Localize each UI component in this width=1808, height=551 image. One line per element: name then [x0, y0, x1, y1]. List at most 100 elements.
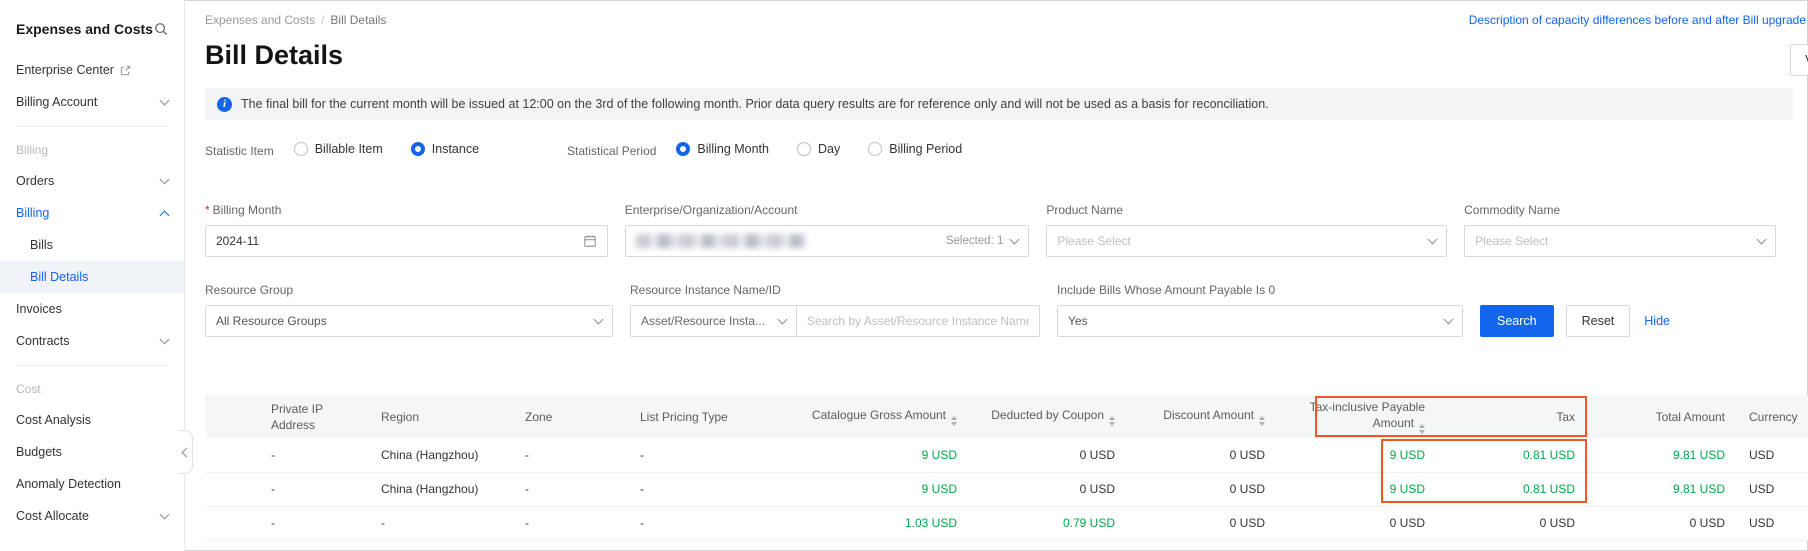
- hide-link[interactable]: Hide: [1644, 314, 1670, 328]
- sidebar-item-label: Billing: [16, 206, 49, 220]
- search-button[interactable]: Search: [1480, 305, 1554, 337]
- sidebar-nav: Enterprise Center Billing Account Billing O…: [0, 54, 184, 532]
- product-name-placeholder: Please Select: [1057, 234, 1130, 248]
- commodity-name-label: Commodity Name: [1464, 203, 1776, 217]
- sidebar-item-label: Billing Account: [16, 95, 97, 109]
- table-cell: 0 USD: [1277, 506, 1437, 540]
- view-button[interactable]: View: [1790, 44, 1808, 76]
- resource-instance-combo: Asset/Resource Insta...: [630, 305, 1040, 337]
- column-header-label: Deducted by Coupon: [991, 408, 1104, 422]
- column-header-deducted-by-coupon[interactable]: Deducted by Coupon: [969, 395, 1127, 438]
- column-header-label: Private IP Address: [271, 402, 323, 432]
- radio-unchecked-icon[interactable]: [797, 142, 811, 156]
- table-cell: -: [259, 506, 369, 540]
- commodity-name-select[interactable]: Please Select: [1464, 225, 1776, 257]
- billing-month-input[interactable]: 2024-11: [205, 225, 608, 257]
- table-cell: 0 USD: [969, 438, 1127, 472]
- column-header-label: Total Amount: [1656, 410, 1725, 424]
- column-header-catalogue-gross-amount[interactable]: Catalogue Gross Amount: [784, 395, 969, 438]
- radio-option-billing-period[interactable]: Billing Period: [868, 142, 962, 156]
- radio-option-label: Billing Month: [697, 142, 769, 156]
- sort-icon[interactable]: [951, 416, 957, 426]
- resource-instance-search-input[interactable]: [797, 305, 1040, 337]
- table-cell: USD: [1737, 438, 1808, 472]
- chevron-down-icon: [160, 334, 170, 344]
- notice-banner: The final bill for the current month wil…: [205, 88, 1793, 120]
- sidebar-item-cost-analysis[interactable]: Cost Analysis: [0, 404, 184, 436]
- sidebar-item-label: Anomaly Detection: [16, 477, 121, 491]
- column-header-tax-inclusive-payable-amount[interactable]: Tax-inclusive Payable Amount: [1277, 395, 1437, 438]
- sidebar-title: Expenses and Costs: [16, 21, 153, 37]
- table-cell: -: [513, 506, 628, 540]
- sidebar-collapse-handle[interactable]: [178, 430, 193, 474]
- statistic-item-group: Statistic Item Billable ItemInstance: [205, 142, 507, 159]
- table-cell: -: [628, 438, 784, 472]
- sidebar-item-budgets[interactable]: Budgets: [0, 436, 184, 468]
- column-header-discount-amount[interactable]: Discount Amount: [1127, 395, 1277, 438]
- chevron-down-icon: [1757, 234, 1767, 244]
- table-row: -China (Hangzhou)--9 USD0 USD0 USD9 USD0…: [205, 472, 1808, 506]
- sidebar-divider: [16, 365, 168, 366]
- radio-option-label: Billing Period: [889, 142, 962, 156]
- radio-option-instance[interactable]: Instance: [411, 142, 479, 156]
- table-cell: 0.79 USD: [969, 506, 1127, 540]
- table-cell: -: [369, 506, 513, 540]
- filter-row-2: Resource Group All Resource Groups Resou…: [205, 283, 1793, 337]
- breadcrumb-section[interactable]: Expenses and Costs: [205, 13, 315, 27]
- include-zero-bills-select[interactable]: Yes: [1057, 305, 1463, 337]
- column-header-label: Discount Amount: [1163, 408, 1254, 422]
- chevron-down-icon: [160, 95, 170, 105]
- table-cell: 0.81 USD: [1437, 472, 1587, 506]
- sidebar-item-bills[interactable]: Bills: [0, 229, 184, 261]
- topbar: Expenses and Costs/Bill Details Descript…: [205, 10, 1793, 30]
- chevron-down-icon: [160, 509, 170, 519]
- resource-instance-type-value: Asset/Resource Insta...: [641, 314, 765, 328]
- page-title: Bill Details: [205, 38, 1793, 72]
- sidebar-item-contracts[interactable]: Contracts: [0, 325, 184, 357]
- chevron-down-icon: [1444, 314, 1454, 324]
- sidebar-item-bill-details[interactable]: Bill Details: [0, 261, 184, 293]
- product-name-select[interactable]: Please Select: [1046, 225, 1447, 257]
- table-row: ----1.03 USD0.79 USD0 USD0 USD0 USD0 USD…: [205, 506, 1808, 540]
- sidebar-item-enterprise-center[interactable]: Enterprise Center: [0, 54, 184, 86]
- sidebar-item-anomaly-detection[interactable]: Anomaly Detection: [0, 468, 184, 500]
- radio-option-billable-item[interactable]: Billable Item: [294, 142, 383, 156]
- product-name-field: Product Name Please Select: [1046, 203, 1447, 257]
- radio-unchecked-icon[interactable]: [868, 142, 882, 156]
- column-header-label: Region: [381, 410, 419, 424]
- table-cell: -: [628, 472, 784, 506]
- sidebar-item-invoices[interactable]: Invoices: [0, 293, 184, 325]
- radio-checked-icon[interactable]: [411, 142, 425, 156]
- table-cell: 9 USD: [1277, 472, 1437, 506]
- sort-icon[interactable]: [1419, 424, 1425, 434]
- table-cell: -: [513, 472, 628, 506]
- sort-icon[interactable]: [1259, 416, 1265, 426]
- chevron-up-icon: [160, 210, 170, 220]
- resource-instance-type-select[interactable]: Asset/Resource Insta...: [630, 305, 797, 337]
- statistical-period-group: Statistical Period Billing MonthDayBilli…: [567, 142, 990, 159]
- sidebar-item-label: Enterprise Center: [16, 63, 114, 77]
- enterprise-account-select[interactable]: Selected: 1: [625, 225, 1030, 257]
- table-cell: -: [259, 472, 369, 506]
- calendar-icon[interactable]: [583, 234, 597, 248]
- sidebar-item-billing-account[interactable]: Billing Account: [0, 86, 184, 118]
- sort-icon[interactable]: [1109, 416, 1115, 426]
- bill-table: Private IP AddressRegionZoneList Pricing…: [205, 395, 1808, 541]
- reset-button[interactable]: Reset: [1566, 305, 1631, 337]
- sidebar-item-billing[interactable]: Billing: [0, 197, 184, 229]
- radio-checked-icon[interactable]: [676, 142, 690, 156]
- resource-instance-label: Resource Instance Name/ID: [630, 283, 1040, 297]
- capacity-differences-link[interactable]: Description of capacity differences befo…: [1469, 13, 1806, 27]
- radio-option-billing-month[interactable]: Billing Month: [676, 142, 769, 156]
- search-icon[interactable]: [154, 22, 168, 36]
- table-cell: USD: [1737, 506, 1808, 540]
- resource-group-select[interactable]: All Resource Groups: [205, 305, 613, 337]
- radio-unchecked-icon[interactable]: [294, 142, 308, 156]
- sidebar-item-orders[interactable]: Orders: [0, 165, 184, 197]
- sidebar-item-label: Budgets: [16, 445, 62, 459]
- table-cell: USD: [1737, 472, 1808, 506]
- radio-option-day[interactable]: Day: [797, 142, 840, 156]
- sidebar-item-cost-allocate[interactable]: Cost Allocate: [0, 500, 184, 532]
- filter-row-1: *Billing Month 2024-11 Enterprise/Organi…: [205, 203, 1793, 257]
- include-zero-bills-value: Yes: [1068, 314, 1088, 328]
